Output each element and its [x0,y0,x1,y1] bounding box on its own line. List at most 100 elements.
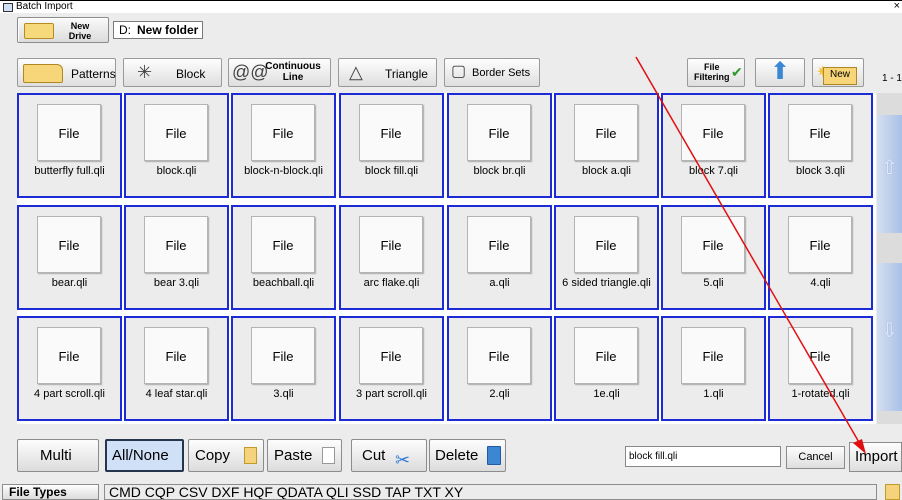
drive-row: New Drive D: New folder [0,13,902,55]
file-thumbnail: File [788,216,852,273]
triangle-label: Triangle [385,67,428,81]
new-drive-label-1: New [70,21,90,31]
file-name: butterfly full.qli [34,165,105,177]
file-tile[interactable]: File block br.qli [447,93,552,198]
scroll-up-button[interactable]: ⇧ [877,115,902,233]
file-name: 4 leaf star.qli [145,388,208,400]
file-thumbnail: File [251,216,315,273]
file-filtering-button[interactable]: File Filtering ✔ [687,58,745,87]
file-tile[interactable]: File bear 3.qli [124,205,229,310]
file-thumbnail: File [144,104,208,161]
file-tile[interactable]: File a.qli [447,205,552,310]
cut-button[interactable]: Cut ✂ [351,439,427,472]
scissors-icon: ✂ [395,450,411,470]
file-name: 1-rotated.qli [791,388,850,400]
file-name: 4.qli [810,277,831,289]
file-tile[interactable]: File block 7.qli [661,93,766,198]
paste-button[interactable]: Paste [267,439,342,472]
file-grid: File butterfly full.qli File block.qli File b… [17,93,876,424]
file-tile[interactable]: File 4.qli [768,205,873,310]
continuous-line-icon: @@ [232,62,269,82]
import-button[interactable]: Import [849,442,902,472]
triangle-icon: △ [349,62,363,82]
file-tile[interactable]: File 1e.qli [554,316,659,421]
file-tile[interactable]: File arc flake.qli [339,205,444,310]
continuous-label-1: Continuous [265,61,321,72]
file-name: block.qli [156,165,197,177]
folder-icon [23,64,63,83]
cancel-button[interactable]: Cancel [786,446,845,469]
file-thumbnail: File [788,327,852,384]
file-name: block fill.qli [364,165,419,177]
multi-button[interactable]: Multi [17,439,99,472]
file-tile[interactable]: File block fill.qli [339,93,444,198]
checkmark-icon: ✔ [731,64,743,80]
file-tile[interactable]: File 1.qli [661,316,766,421]
file-thumbnail: File [574,104,638,161]
delete-button[interactable]: Delete [429,439,506,472]
file-thumbnail: File [681,216,745,273]
cut-label: Cut [362,447,386,464]
drive-letter: D: [119,23,131,37]
file-thumbnail: File [144,327,208,384]
trash-icon [487,446,501,465]
file-tile[interactable]: File 5.qli [661,205,766,310]
multi-label: Multi [40,447,72,464]
file-name: 1e.qli [593,388,620,400]
file-name: block a.qli [582,165,631,177]
up-arrow-icon: ⬆ [770,58,791,85]
file-name: 5.qli [703,277,724,289]
current-path[interactable]: D: New folder [113,21,203,39]
file-thumbnail: File [37,216,101,273]
file-tile[interactable]: File 3 part scroll.qli [339,316,444,421]
toolbar: Patterns ✳ Block @@ Continuous Line △ Tri… [0,55,902,92]
block-button[interactable]: ✳ Block [123,58,222,87]
continuous-line-button[interactable]: @@ Continuous Line [228,58,331,87]
file-tile[interactable]: File 4 leaf star.qli [124,316,229,421]
file-thumbnail: File [681,104,745,161]
file-name: arc flake.qli [363,277,420,289]
file-tile[interactable]: File block-n-block.qli [231,93,336,198]
file-tile[interactable]: File 3.qli [231,316,336,421]
page-range: 1 - 1 [881,73,902,84]
file-name: 1.qli [703,388,724,400]
all-none-button[interactable]: All/None [105,439,184,472]
file-tile[interactable]: File block.qli [124,93,229,198]
copy-label: Copy [195,447,231,464]
vertical-scrollbar[interactable]: ⇧ ⇩ [877,93,902,424]
file-tile[interactable]: File beachball.qli [231,205,336,310]
file-thumbnail: File [574,327,638,384]
file-tile[interactable]: File butterfly full.qli [17,93,122,198]
border-sets-button[interactable]: ▢ Border Sets [444,58,540,87]
file-name: block br.qli [473,165,526,177]
delete-label: Delete [435,447,479,464]
file-thumbnail: File [467,327,531,384]
file-tile[interactable]: File 1-rotated.qli [768,316,873,421]
scroll-up-icon: ⇧ [881,157,898,179]
scroll-down-button[interactable]: ⇩ [877,263,902,411]
file-thumbnail: File [359,104,423,161]
file-name: bear 3.qli [153,277,200,289]
file-tile[interactable]: File block a.qli [554,93,659,198]
block-pattern-icon: ✳ [137,62,153,82]
new-drive-button[interactable]: New Drive [17,17,109,43]
file-name: 2.qli [489,388,510,400]
new-label: New [830,69,851,80]
file-tile[interactable]: File 6 sided triangle.qli [554,205,659,310]
triangle-button[interactable]: △ Triangle [338,58,437,87]
patterns-button[interactable]: Patterns [17,58,116,87]
up-folder-button[interactable]: ⬆ [755,58,805,87]
file-types-folder-icon[interactable] [885,484,900,500]
file-name: 3.qli [273,388,294,400]
file-types-label: File Types [2,484,99,500]
file-tile[interactable]: File 4 part scroll.qli [17,316,122,421]
close-icon[interactable]: × [894,0,900,12]
file-types-list[interactable]: CMD CQP CSV DXF HQF QDATA QLI SSD TAP TX… [104,484,877,500]
new-folder-button[interactable]: ✷ New [812,58,864,87]
file-tile[interactable]: File block 3.qli [768,93,873,198]
paste-icon [322,447,335,464]
copy-button[interactable]: Copy [188,439,264,472]
file-tile[interactable]: File 2.qli [447,316,552,421]
filename-field[interactable]: block fill.qli [625,446,781,467]
file-tile[interactable]: File bear.qli [17,205,122,310]
